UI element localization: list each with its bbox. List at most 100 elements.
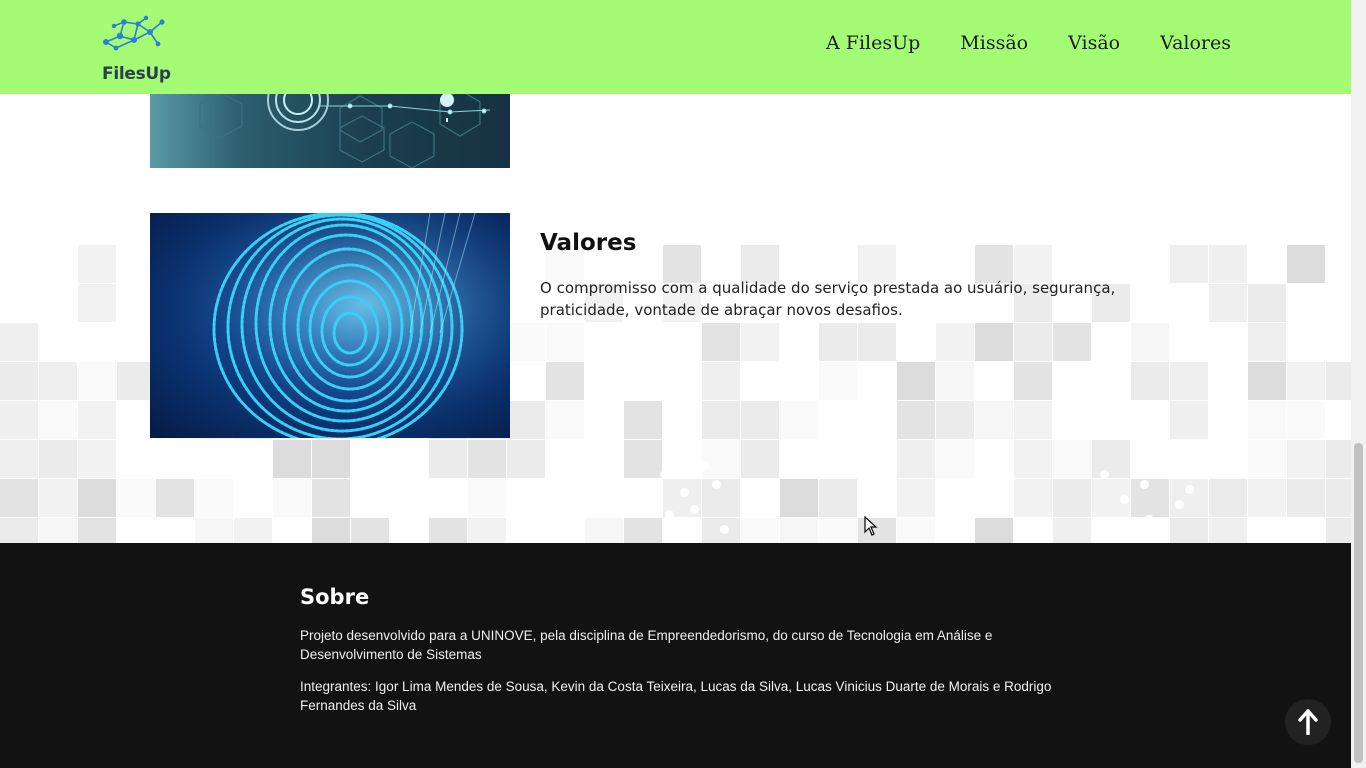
checker-cell — [936, 362, 974, 400]
checker-cell — [897, 518, 935, 543]
nav-valores[interactable]: Valores — [1160, 32, 1231, 54]
checker-cell — [975, 323, 1013, 361]
brand-name: FilesUp — [102, 64, 171, 84]
nav-missao[interactable]: Missão — [960, 32, 1028, 54]
checker-cell — [1248, 479, 1286, 517]
checker-cell — [0, 479, 38, 517]
checker-cell — [819, 323, 857, 361]
checker-cell — [741, 518, 779, 543]
checker-cell — [1209, 479, 1247, 517]
page-scrollbar[interactable] — [1351, 0, 1366, 768]
checker-cell — [78, 245, 116, 283]
decorative-dot — [1110, 520, 1119, 529]
checker-cell — [897, 479, 935, 517]
checker-cell — [819, 362, 857, 400]
checker-cell — [273, 440, 311, 478]
arrow-up-icon — [1298, 709, 1318, 735]
checker-cell — [1014, 323, 1052, 361]
checker-cell — [507, 401, 545, 439]
checker-cell — [195, 479, 233, 517]
checker-cell — [1053, 323, 1091, 361]
checker-cell — [312, 440, 350, 478]
main-nav: A FilesUp Missão Visão Valores — [826, 32, 1231, 54]
checker-cell — [936, 401, 974, 439]
checker-cell — [468, 479, 506, 517]
checker-cell — [312, 518, 350, 543]
checker-cell — [702, 362, 740, 400]
checker-cell — [780, 401, 818, 439]
checker-cell — [819, 518, 857, 543]
decorative-dot — [700, 462, 709, 471]
decorative-dot — [690, 505, 699, 514]
checker-cell — [39, 440, 77, 478]
checker-cell — [741, 323, 779, 361]
decorative-dot — [680, 488, 689, 497]
scrollbar-thumb[interactable] — [1354, 443, 1363, 763]
decorative-dot — [660, 470, 669, 479]
checker-cell — [39, 362, 77, 400]
checker-cell — [624, 401, 662, 439]
checker-cell — [1014, 440, 1052, 478]
checker-cell — [1053, 479, 1091, 517]
decorative-dot — [665, 510, 674, 519]
decorative-dot — [1145, 515, 1154, 524]
checker-cell — [1287, 479, 1325, 517]
checker-cell — [39, 518, 77, 543]
checker-cell — [1248, 362, 1286, 400]
checker-cell — [1131, 323, 1169, 361]
checker-cell — [702, 401, 740, 439]
checker-cell — [1248, 323, 1286, 361]
checker-cell — [312, 479, 350, 517]
decorative-dot — [1185, 485, 1194, 494]
nav-visao[interactable]: Visão — [1068, 32, 1120, 54]
checker-cell — [1014, 401, 1052, 439]
checker-cell — [1014, 362, 1052, 400]
checker-cell — [78, 401, 116, 439]
checker-cell — [1209, 245, 1247, 283]
checker-cell — [1131, 362, 1169, 400]
valores-heading: Valores — [540, 230, 637, 256]
checker-cell — [117, 479, 155, 517]
checker-cell — [1287, 440, 1325, 478]
checker-cell — [1053, 440, 1091, 478]
checker-cell — [702, 323, 740, 361]
checker-cell — [0, 401, 38, 439]
checker-cell — [1287, 362, 1325, 400]
checker-cell — [273, 479, 311, 517]
checker-cell — [1287, 245, 1325, 283]
checker-cell — [468, 518, 506, 543]
checker-cell — [780, 479, 818, 517]
checker-cell — [819, 479, 857, 517]
checker-cell — [585, 518, 623, 543]
checker-cell — [741, 440, 779, 478]
checker-cell — [78, 518, 116, 543]
checker-cell — [195, 518, 233, 543]
checker-cell — [1287, 401, 1325, 439]
checker-cell — [1209, 518, 1247, 543]
checker-cell — [234, 518, 272, 543]
nav-a-filesup[interactable]: A FilesUp — [826, 32, 920, 54]
checker-cell — [546, 323, 584, 361]
checker-cell — [1092, 440, 1130, 478]
filesup-logo[interactable]: FilesUp — [100, 14, 172, 84]
footer-project-description: Projeto desenvolvido para a UNINOVE, pel… — [300, 628, 993, 662]
checker-cell — [0, 323, 38, 361]
checker-cell — [1326, 479, 1351, 517]
back-to-top-button[interactable] — [1285, 699, 1331, 745]
checker-cell — [702, 479, 740, 517]
checker-cell — [1209, 284, 1247, 322]
network-nodes-icon — [103, 15, 165, 51]
decorative-dot — [712, 480, 721, 489]
decorative-dot — [685, 520, 694, 529]
mouse-cursor-icon — [864, 516, 878, 536]
checker-cell — [1014, 479, 1052, 517]
decorative-dot — [1140, 480, 1149, 489]
checker-cell — [975, 401, 1013, 439]
checker-cell — [1326, 440, 1351, 478]
checker-cell — [1170, 401, 1208, 439]
checker-cell — [507, 323, 545, 361]
decorative-dot — [1100, 470, 1109, 479]
checker-cell — [1131, 479, 1169, 517]
checker-cell — [429, 518, 467, 543]
site-footer: Sobre Projeto desenvolvido para a UNINOV… — [0, 543, 1351, 768]
